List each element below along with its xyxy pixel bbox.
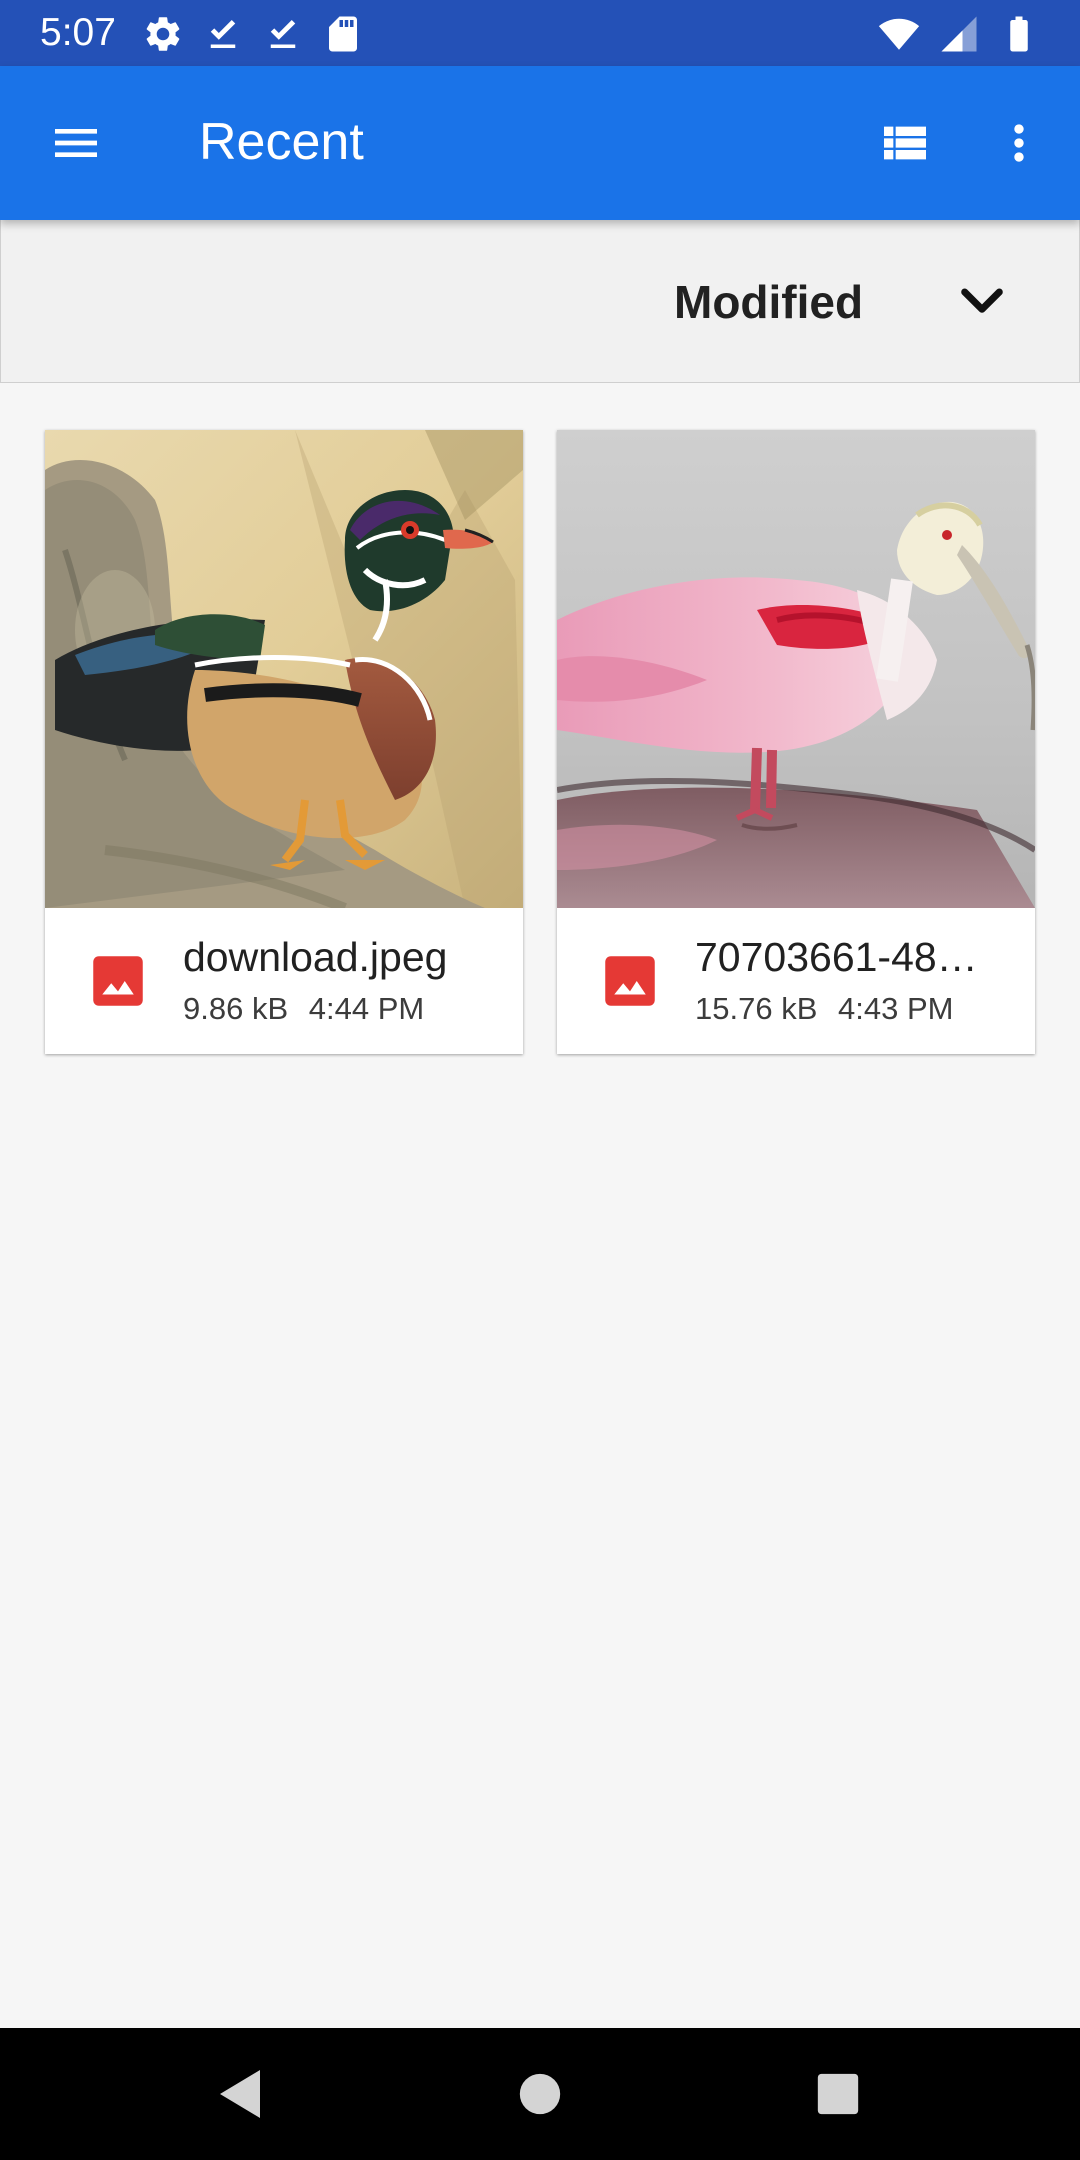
sort-bar: Modified: [0, 220, 1080, 383]
menu-icon: [55, 129, 97, 157]
file-info: 70703661-48… 15.76 kB 4:43 PM: [557, 908, 1035, 1054]
recents-button[interactable]: [798, 2054, 878, 2134]
list-view-icon: [884, 126, 926, 160]
file-name: download.jpeg: [183, 934, 448, 980]
file-thumbnail[interactable]: [557, 430, 1035, 908]
menu-button[interactable]: [36, 103, 116, 183]
file-meta: 9.86 kB 4:44 PM: [183, 988, 424, 1030]
status-notification-icons: [142, 13, 364, 55]
sd-card-icon: [329, 16, 357, 52]
wood-duck-photo: [45, 430, 523, 908]
more-vert-icon: [1014, 124, 1024, 162]
file-size: 15.76 kB: [695, 991, 818, 1026]
sort-direction-button[interactable]: [942, 260, 1022, 340]
wifi-icon: [878, 18, 920, 50]
file-card[interactable]: download.jpeg 9.86 kB 4:44 PM: [45, 430, 523, 1054]
file-card[interactable]: 70703661-48… 15.76 kB 4:43 PM: [557, 430, 1035, 1054]
list-view-button[interactable]: [865, 103, 945, 183]
back-button[interactable]: [200, 2054, 280, 2134]
file-time: 4:43 PM: [838, 991, 954, 1026]
download-done-icon: [270, 20, 296, 48]
file-time: 4:44 PM: [308, 991, 425, 1026]
file-meta: 15.76 kB 4:43 PM: [695, 988, 953, 1030]
back-icon: [220, 2070, 260, 2118]
home-icon: [519, 2073, 561, 2115]
more-options-button[interactable]: [979, 103, 1059, 183]
download-done-icon: [210, 20, 236, 48]
home-button[interactable]: [500, 2054, 580, 2134]
chevron-down-icon: [961, 288, 1003, 313]
status-system-icons: [878, 13, 1040, 55]
status-time: 5:07: [40, 11, 116, 54]
roseate-spoonbill-photo: [557, 430, 1035, 908]
file-thumbnail[interactable]: [45, 430, 523, 908]
recents-icon: [817, 2073, 859, 2115]
file-info: download.jpeg 9.86 kB 4:44 PM: [45, 908, 523, 1054]
status-bar: 5:07: [0, 0, 1080, 66]
file-size: 9.86 kB: [183, 991, 289, 1026]
battery-icon: [1010, 16, 1028, 52]
settings-icon: [146, 17, 180, 51]
image-file-icon: [93, 956, 143, 1006]
image-file-icon: [605, 956, 655, 1006]
sort-label[interactable]: Modified: [674, 272, 863, 332]
screen: 5:07 Recent Modified download.jpeg 9.86 …: [0, 0, 1080, 2160]
file-name: 70703661-48…: [695, 934, 978, 980]
app-bar: Recent: [0, 66, 1080, 220]
page-title: Recent: [199, 113, 364, 171]
navigation-bar: [0, 2028, 1080, 2160]
signal-icon: [941, 16, 977, 52]
